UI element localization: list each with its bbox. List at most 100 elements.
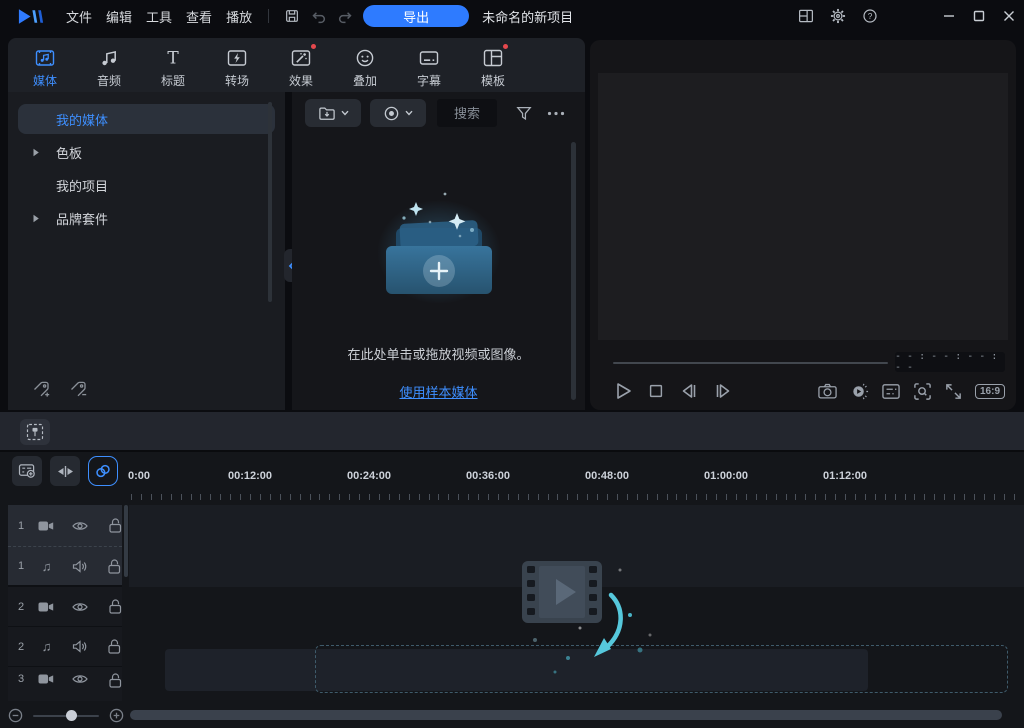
video-track-icon	[38, 520, 54, 532]
tab-captions[interactable]: 字幕	[397, 38, 461, 92]
filter-funnel-button[interactable]	[512, 101, 536, 125]
menu-file[interactable]: 文件	[59, 3, 99, 30]
audio-track-icon: ♫	[39, 560, 54, 573]
sidebar-scrollbar[interactable]	[268, 102, 272, 302]
window-controls	[934, 0, 1024, 32]
tab-audio[interactable]: 音频	[77, 38, 141, 92]
search-input[interactable]	[437, 99, 497, 127]
zoom-in-button[interactable]	[109, 708, 124, 723]
svg-text:T: T	[167, 49, 179, 69]
layout-button[interactable]	[790, 4, 822, 28]
menu-edit[interactable]: 编辑	[99, 3, 139, 30]
settings-gear-button[interactable]	[822, 4, 854, 28]
mute-track-button[interactable]	[72, 560, 87, 573]
timeline-mode-button[interactable]	[20, 419, 50, 445]
media-panel-scrollbar[interactable]	[571, 142, 576, 400]
menu-play[interactable]: 播放	[219, 3, 259, 30]
asset-tabbar: 媒体 音频 T 标题	[8, 38, 585, 92]
export-button[interactable]: 导出	[363, 5, 469, 27]
timeline-ruler[interactable]: 0:00 00:12:00 00:24:00 00:36:00 00:48:00…	[128, 468, 1016, 502]
auto-ripple-link-button[interactable]	[88, 456, 118, 486]
sidebar-item-brand-kit[interactable]: 品牌套件	[18, 203, 275, 233]
undo-button[interactable]	[305, 4, 332, 28]
tab-audio-label: 音频	[97, 72, 121, 89]
tab-titles[interactable]: T 标题	[141, 38, 205, 92]
add-tag-button[interactable]	[32, 380, 51, 399]
render-preview-button[interactable]	[850, 382, 869, 401]
empty-state-hint: 在此处单击或拖放视频或图像。	[292, 344, 585, 363]
expand-caret-icon[interactable]	[32, 214, 56, 223]
ruler-label: 0:00	[128, 470, 150, 482]
tab-effects[interactable]: 效果	[269, 38, 333, 92]
sidebar-item-label: 色板	[56, 143, 82, 162]
tab-media[interactable]: 媒体	[13, 38, 77, 92]
import-media-button[interactable]	[305, 99, 361, 127]
expand-caret-icon[interactable]	[32, 148, 56, 157]
sample-media-link[interactable]: 使用样本媒体	[292, 382, 585, 401]
stop-button[interactable]	[647, 382, 665, 400]
mute-track-button[interactable]	[72, 640, 87, 653]
overlay-face-icon	[354, 46, 376, 70]
toggle-track-visibility-button[interactable]	[72, 601, 88, 613]
sidebar-list: 我的媒体 色板 我的项目 品牌套件	[8, 92, 285, 233]
track-header-audio-1[interactable]: 1 ♫	[8, 547, 122, 587]
sidebar-item-label: 我的项目	[56, 176, 108, 195]
template-icon	[482, 46, 504, 70]
track-header-video-2[interactable]: 2	[8, 587, 122, 627]
titlebar-divider	[268, 9, 269, 23]
redo-button[interactable]	[332, 4, 359, 28]
fit-zoom-button[interactable]	[913, 382, 932, 401]
help-button[interactable]: ?	[854, 4, 886, 28]
zoom-slider-thumb[interactable]	[66, 710, 77, 721]
record-button[interactable]	[370, 99, 426, 127]
video-track-icon	[38, 673, 54, 685]
lock-track-button[interactable]	[107, 639, 122, 654]
preview-scrubber[interactable]	[613, 362, 888, 364]
track-scrollbar[interactable]	[124, 505, 128, 577]
tab-overlays[interactable]: 叠加	[333, 38, 397, 92]
tab-transitions[interactable]: 转场	[205, 38, 269, 92]
maximize-button[interactable]	[964, 0, 994, 32]
more-options-button[interactable]	[544, 101, 568, 125]
minimize-button[interactable]	[934, 0, 964, 32]
lock-track-button[interactable]	[108, 599, 122, 614]
timeline-tools	[12, 456, 118, 486]
track-header-audio-2[interactable]: 2 ♫	[8, 627, 122, 667]
menu-tools[interactable]: 工具	[139, 3, 179, 30]
lock-track-button[interactable]	[108, 518, 122, 533]
sidebar-item-color-board[interactable]: 色板	[18, 137, 275, 167]
remove-tag-button[interactable]	[69, 380, 88, 399]
close-button[interactable]	[994, 0, 1024, 32]
sidebar-item-label: 我的媒体	[56, 110, 108, 129]
track-header-video-3[interactable]: 3	[8, 667, 122, 701]
track-header-video-1[interactable]: 1	[8, 505, 122, 547]
transition-icon	[226, 46, 248, 70]
play-button[interactable]	[613, 381, 633, 401]
snapshot-camera-button[interactable]	[817, 382, 838, 400]
tab-titles-label: 标题	[161, 72, 185, 89]
toggle-track-visibility-button[interactable]	[72, 673, 88, 685]
manage-tracks-button[interactable]	[12, 456, 42, 486]
zoom-out-button[interactable]	[8, 708, 23, 723]
lock-track-button[interactable]	[108, 673, 122, 688]
timeline-drop-zone[interactable]	[315, 645, 1008, 693]
toggle-track-visibility-button[interactable]	[72, 520, 88, 532]
sidebar-item-my-projects[interactable]: 我的项目	[18, 170, 275, 200]
menu-view[interactable]: 查看	[179, 3, 219, 30]
playback-settings-button[interactable]	[881, 383, 901, 400]
ruler-ticks	[128, 492, 1016, 500]
lock-track-button[interactable]	[107, 559, 122, 574]
trim-button[interactable]	[50, 456, 80, 486]
tab-templates[interactable]: 模板	[461, 38, 525, 92]
timeline-horizontal-scrollbar[interactable]	[130, 710, 1002, 720]
previous-frame-button[interactable]	[679, 381, 699, 401]
timeline-topbar	[0, 412, 1024, 452]
empty-folder-illustration[interactable]	[364, 180, 514, 330]
next-frame-button[interactable]	[713, 381, 733, 401]
ruler-label: 00:48:00	[585, 470, 629, 482]
fullscreen-button[interactable]	[944, 382, 963, 401]
sidebar-item-my-media[interactable]: 我的媒体	[18, 104, 275, 134]
track-number: 3	[18, 673, 30, 685]
save-button[interactable]	[278, 4, 305, 28]
aspect-ratio-button[interactable]: 16:9	[975, 384, 1005, 399]
